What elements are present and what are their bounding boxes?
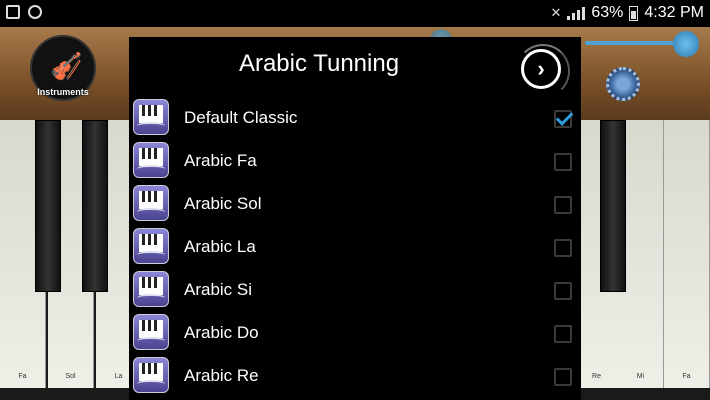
checkbox[interactable] bbox=[554, 239, 572, 257]
checkbox[interactable] bbox=[554, 368, 572, 386]
tuning-option-label: Default Classic bbox=[184, 108, 298, 127]
checkbox[interactable] bbox=[554, 325, 572, 343]
violin-icon: 🎻 bbox=[50, 51, 83, 81]
tuning-dialog: Arabic Tunning › Default Classic Arabic … bbox=[129, 37, 581, 400]
tuning-option[interactable]: Arabic Si bbox=[129, 269, 581, 312]
tuning-option[interactable]: Arabic Do bbox=[129, 312, 581, 355]
piano-app-icon bbox=[133, 142, 169, 178]
piano-app-icon bbox=[133, 357, 169, 393]
tuning-option-label: Arabic Re bbox=[184, 366, 259, 385]
piano-white-key[interactable]: Fa bbox=[664, 120, 710, 388]
volume-slider-knob[interactable] bbox=[673, 31, 699, 57]
next-button[interactable]: › bbox=[516, 44, 570, 98]
checkbox[interactable] bbox=[554, 282, 572, 300]
key-label: Sol bbox=[65, 373, 76, 380]
key-label: Fa bbox=[18, 373, 27, 380]
tuning-list: Default Classic Arabic Fa Arabic Sol Ara… bbox=[129, 97, 581, 398]
tuning-option-label: Arabic Sol bbox=[184, 194, 262, 213]
tuning-option[interactable]: Arabic La bbox=[129, 226, 581, 269]
dialog-title: Arabic Tunning bbox=[238, 50, 400, 77]
tuning-option-label: Arabic Si bbox=[184, 280, 253, 299]
status-right: ✕ 63% 4:32 PM bbox=[550, 4, 704, 22]
piano-app-icon bbox=[133, 314, 169, 350]
signal-icon bbox=[567, 6, 586, 20]
piano-black-key[interactable] bbox=[35, 120, 61, 292]
tuning-option-label: Arabic Do bbox=[184, 323, 259, 342]
checkbox[interactable] bbox=[554, 110, 572, 128]
gallery-icon bbox=[6, 5, 20, 19]
sync-icon bbox=[28, 5, 42, 19]
clock: 4:32 PM bbox=[644, 4, 704, 21]
piano-app-icon bbox=[133, 271, 169, 307]
piano-app-icon bbox=[133, 228, 169, 264]
instruments-label: Instruments bbox=[37, 87, 89, 97]
tuning-option-label: Arabic La bbox=[184, 237, 256, 256]
tuning-option[interactable]: Arabic Fa bbox=[129, 140, 581, 183]
piano-black-key[interactable] bbox=[82, 120, 108, 292]
piano-app-icon bbox=[133, 99, 169, 135]
battery-percent: 63% bbox=[591, 4, 624, 21]
mute-icon: ✕ bbox=[550, 5, 562, 20]
key-label: Fa bbox=[682, 373, 691, 380]
volume-slider-track[interactable] bbox=[585, 41, 685, 45]
battery-icon bbox=[629, 5, 639, 21]
chevron-right-icon: › bbox=[537, 56, 545, 81]
status-bar: ✕ 63% 4:32 PM bbox=[0, 0, 710, 27]
piano-app-icon bbox=[133, 185, 169, 221]
tuning-option[interactable]: Default Classic bbox=[129, 97, 581, 140]
settings-gear-icon[interactable] bbox=[606, 67, 640, 101]
checkbox[interactable] bbox=[554, 196, 572, 214]
piano-black-key[interactable] bbox=[600, 120, 626, 292]
tuning-option[interactable]: Arabic Sol bbox=[129, 183, 581, 226]
status-left-icons bbox=[6, 5, 42, 19]
checkbox[interactable] bbox=[554, 153, 572, 171]
tuning-option[interactable]: Arabic Re bbox=[129, 355, 581, 398]
tuning-option-label: Arabic Fa bbox=[184, 151, 257, 170]
key-label: Mi bbox=[636, 373, 645, 380]
